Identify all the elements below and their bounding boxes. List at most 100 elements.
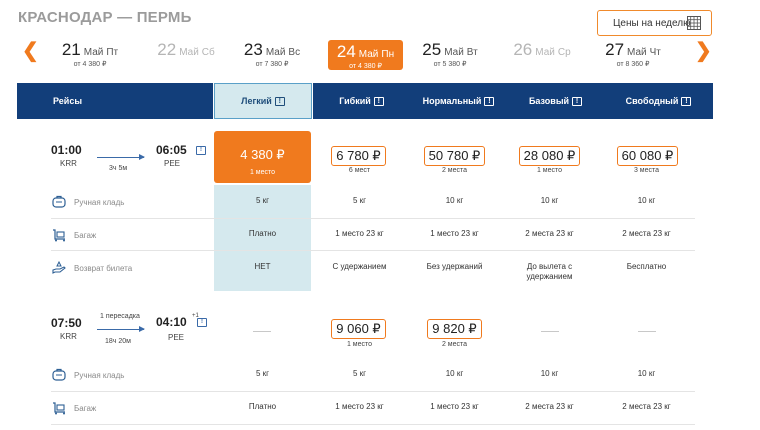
date-tab-23[interactable]: 23 Май Вс от 7 380 ₽ <box>232 40 312 70</box>
hand-luggage-icon <box>52 368 66 381</box>
baggage-value: 2 места 23 кг <box>525 402 574 411</box>
price-gibkiy-flight2[interactable]: 9 060 ₽ <box>331 319 386 339</box>
date-tab-27[interactable]: 27 Май Чт от 8 360 ₽ <box>593 40 673 70</box>
baggage-value: 2 места 23 кг <box>622 229 671 238</box>
refund-value: Бесплатно <box>626 262 667 271</box>
refund-value: С удержанием <box>332 262 387 271</box>
date-month: Май <box>179 47 199 58</box>
info-icon[interactable]: ! <box>274 96 285 106</box>
arrival-airport: PEE <box>168 333 185 342</box>
refund-hand-icon <box>52 261 66 274</box>
price-bazovy-flight1[interactable]: 28 080 ₽ <box>519 146 580 166</box>
info-icon[interactable]: ! <box>373 96 384 106</box>
price-normalny-flight1[interactable]: 50 780 ₽ <box>424 146 485 166</box>
baggage-value: 2 места 23 кг <box>525 229 574 238</box>
date-tab-24-selected[interactable]: 24 Май Пн от 4 380 ₽ <box>328 40 403 70</box>
date-weekday: Вс <box>288 47 301 58</box>
calendar-grid-icon <box>687 16 701 30</box>
next-dates-chevron-icon[interactable]: ❯ <box>695 41 712 61</box>
date-day: 23 <box>243 40 263 59</box>
departure-airport: KRR <box>60 159 77 168</box>
week-prices-button[interactable]: Цены на неделю <box>597 10 712 36</box>
row-divider <box>51 218 695 219</box>
hand-luggage-value: 10 кг <box>445 196 464 205</box>
date-month: Май <box>627 47 647 58</box>
tariff-header-svobodny[interactable]: Свободный! <box>604 83 713 119</box>
flights-header-label: Рейсы <box>53 96 83 106</box>
departure-time: 07:50 <box>51 316 82 330</box>
info-icon[interactable]: ! <box>484 96 495 106</box>
date-price: от 5 380 ₽ <box>433 61 467 68</box>
info-icon[interactable]: ! <box>572 96 583 106</box>
tariff-name: Нормальный <box>422 96 482 106</box>
date-tab-21[interactable]: 21 Май Пт от 4 380 ₽ <box>50 40 130 70</box>
tariff-name: Свободный <box>625 96 679 106</box>
departure-time: 01:00 <box>51 143 82 157</box>
baggage-value: 2 места 23 кг <box>622 402 671 411</box>
hand-luggage-value: 10 кг <box>637 369 656 378</box>
hand-luggage-label: Ручная кладь <box>74 198 125 207</box>
tariff-header-gibkiy[interactable]: Гибкий! <box>313 83 410 119</box>
seats-left: 2 места <box>441 167 468 174</box>
price-legkiy-flight1[interactable]: 4 380 ₽ 1 место <box>214 131 311 183</box>
seats-left: 1 место <box>346 341 373 348</box>
price-svobodny-flight1[interactable]: 60 080 ₽ <box>617 146 678 166</box>
arrival-time: 04:10 <box>156 315 187 329</box>
unavailable-dash <box>638 331 656 332</box>
refund-value: До вылета с удержанием <box>526 262 573 281</box>
date-weekday: Сб <box>201 47 215 58</box>
tariff-name: Гибкий <box>339 96 371 106</box>
hand-luggage-value: 10 кг <box>540 196 559 205</box>
date-price: от 4 380 ₽ <box>349 63 382 70</box>
hand-luggage-value: 10 кг <box>445 369 464 378</box>
price-amount: 4 380 ₽ <box>240 147 285 162</box>
date-month: Май <box>265 47 286 58</box>
baggage-value: 1 место 23 кг <box>335 229 384 238</box>
row-divider <box>51 391 695 392</box>
date-weekday: Пт <box>106 47 119 58</box>
baggage-cart-icon <box>53 402 65 415</box>
tariff-header-legkiy[interactable]: Легкий! <box>214 83 312 119</box>
seats-left: 6 мест <box>348 167 371 174</box>
prev-dates-chevron-icon[interactable]: ❮ <box>22 41 39 61</box>
price-normalny-flight2[interactable]: 9 820 ₽ <box>427 319 482 339</box>
hand-luggage-value: 5 кг <box>352 369 367 378</box>
hand-luggage-value: 10 кг <box>637 196 656 205</box>
date-month: Май <box>444 47 464 58</box>
hand-luggage-value: 10 кг <box>540 369 559 378</box>
seats-left: 3 места <box>633 167 660 174</box>
baggage-value: Платно <box>248 229 277 238</box>
departure-airport: KRR <box>60 332 77 341</box>
date-day: 26 <box>513 40 533 59</box>
seats-left: 1 место <box>249 169 276 176</box>
tariff-name: Базовый <box>528 96 570 106</box>
stops-count: 1 пересадка <box>100 313 140 320</box>
flight-details-icon[interactable]: ! <box>197 318 207 327</box>
date-month: Май <box>535 47 555 58</box>
week-prices-label: Цены на неделю <box>613 17 691 29</box>
flight-duration: 3ч 5м <box>109 165 128 172</box>
seats-left: 2 места <box>441 341 468 348</box>
date-price: от 7 380 ₽ <box>255 61 289 68</box>
baggage-value: 1 место 23 кг <box>335 402 384 411</box>
date-day: 24 <box>336 42 356 61</box>
date-price: от 8 360 ₽ <box>616 61 650 68</box>
baggage-value: 1 место 23 кг <box>430 229 479 238</box>
date-weekday: Вт <box>466 47 478 58</box>
price-gibkiy-flight1[interactable]: 6 780 ₽ <box>331 146 386 166</box>
date-day: 22 <box>157 40 177 59</box>
info-icon[interactable]: ! <box>681 96 692 106</box>
flight-details-icon[interactable]: ! <box>196 146 206 155</box>
refund-value: НЕТ <box>254 262 271 271</box>
route-title: КРАСНОДАР — ПЕРМЬ <box>18 9 192 26</box>
date-tab-25[interactable]: 25 Май Вт от 5 380 ₽ <box>410 40 490 70</box>
tariff-header-normalny[interactable]: Нормальный! <box>410 83 507 119</box>
tariff-header: Рейсы Легкий! Гибкий! Нормальный! Базовы… <box>17 83 713 119</box>
baggage-value: Платно <box>248 402 277 411</box>
unavailable-dash <box>253 331 271 332</box>
tariff-header-bazovy[interactable]: Базовый! <box>507 83 604 119</box>
baggage-cart-icon <box>53 229 65 242</box>
date-day: 25 <box>422 40 442 59</box>
hand-luggage-value: 5 кг <box>255 369 270 378</box>
seats-left: 1 место <box>536 167 563 174</box>
